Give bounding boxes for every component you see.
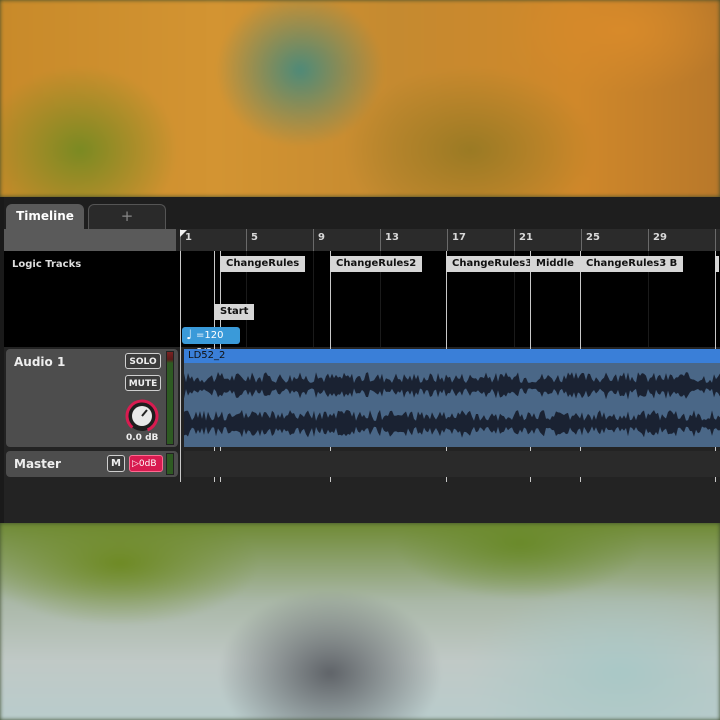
ruler-tick: 3	[715, 229, 716, 251]
playhead-line	[180, 251, 181, 482]
marker-start[interactable]: Start	[214, 304, 255, 320]
note-icon: ♩	[186, 328, 193, 343]
tab-timeline-label: Timeline	[16, 209, 74, 223]
plus-icon: +	[120, 207, 134, 225]
mute-button[interactable]: MUTE	[125, 375, 161, 391]
master-lane	[184, 451, 720, 477]
track-name: Audio 1	[14, 355, 66, 369]
daw-window: Timeline + 1 5 9 13 17 21 25 29 3 Logic …	[0, 197, 720, 523]
ruler-tick: 13	[380, 229, 399, 251]
play-triangle-icon: ▷	[132, 459, 139, 469]
ruler-tick: 21	[514, 229, 533, 251]
track-header-spacer	[4, 229, 176, 251]
ruler-tick: 25	[581, 229, 600, 251]
volume-value: 0.0 dB	[126, 433, 159, 443]
marker-changerules3-b[interactable]: ChangeRules3 B	[580, 256, 684, 272]
waveform-channel-2	[184, 410, 720, 438]
marker-changerules2[interactable]: ChangeRules2	[330, 256, 423, 272]
tempo-marker[interactable]: ♩ =120 8/8	[182, 327, 240, 358]
waveform-channel-1	[184, 372, 720, 400]
clip-name: LD52_2	[188, 350, 226, 361]
blurred-background-top	[0, 0, 720, 197]
ruler-tick: 29	[648, 229, 667, 251]
marker-changerules[interactable]: ChangeRules	[220, 256, 306, 272]
tab-bar: Timeline +	[4, 197, 720, 229]
marker-offscreen[interactable]	[715, 256, 719, 272]
blurred-background-bottom	[0, 523, 720, 720]
master-gain-control[interactable]: ▷0dB	[129, 455, 163, 472]
logic-tracks-label: Logic Tracks	[12, 259, 82, 270]
timeline-ruler[interactable]: 1 5 9 13 17 21 25 29 3	[180, 229, 720, 251]
tab-timeline[interactable]: Timeline	[6, 204, 84, 229]
empty-track-area	[4, 483, 720, 523]
master-mute-button[interactable]: M	[107, 455, 125, 472]
volume-knob[interactable]	[125, 399, 159, 433]
master-gain-value: 0dB	[138, 459, 157, 469]
marker-middle[interactable]: Middle	[530, 256, 580, 272]
master-level-meter	[166, 453, 174, 475]
bar-gridline	[313, 251, 314, 347]
level-meter	[166, 351, 174, 445]
ruler-tick: 17	[447, 229, 466, 251]
add-tab-button[interactable]: +	[88, 204, 166, 229]
marker-changerules3[interactable]: ChangeRules3	[446, 256, 539, 272]
solo-button[interactable]: SOLO	[125, 353, 161, 369]
master-track-header[interactable]: Master M ▷0dB	[6, 451, 178, 477]
audio-clip-waveform[interactable]	[184, 363, 720, 447]
playhead-marker-icon[interactable]	[180, 230, 187, 237]
audio-clip-header[interactable]: LD52_2	[184, 349, 720, 363]
ruler-tick: 9	[313, 229, 325, 251]
ruler-tick: 5	[246, 229, 258, 251]
master-track-name: Master	[14, 457, 61, 471]
